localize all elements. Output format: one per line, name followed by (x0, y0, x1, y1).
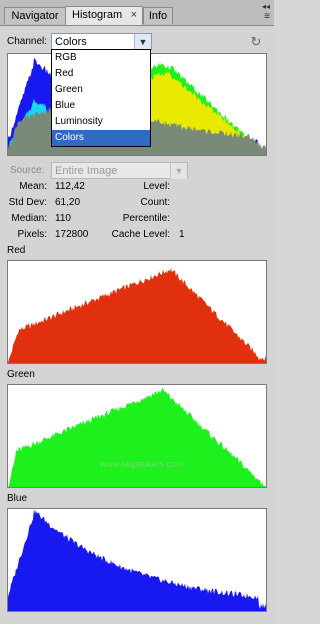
channel-option-blue[interactable]: Blue (52, 98, 150, 114)
collapse-icon[interactable]: ◂◂ (250, 2, 270, 11)
channel-option-rgb[interactable]: RGB (52, 50, 150, 66)
mean-label: Mean: (19, 181, 47, 192)
red-histogram-area (8, 267, 266, 363)
blue-histogram (7, 508, 267, 612)
panel-controls: ◂◂ ≡ (250, 2, 270, 22)
channel-option-colors[interactable]: Colors (52, 130, 150, 146)
median-value: 110 (55, 213, 71, 224)
pixels-label: Pixels: (17, 229, 47, 240)
channel-option-luminosity[interactable]: Luminosity (52, 114, 150, 130)
green-channel-label: Green (7, 369, 35, 380)
blue-histogram-chart (8, 509, 266, 611)
blue-histogram-area (8, 509, 266, 611)
tab-navigator-label: Navigator (11, 10, 59, 22)
median-label: Median: (11, 213, 47, 224)
red-histogram-chart (8, 267, 266, 363)
pixels-value: 172800 (55, 229, 89, 240)
cache-level-label: Cache Level: (111, 229, 170, 240)
green-histogram-chart (8, 387, 266, 487)
source-label: Source: (10, 165, 45, 176)
mean-value: 112,42 (55, 181, 85, 192)
level-label: Level: (143, 181, 170, 192)
cache-level-value: 1 (179, 229, 185, 240)
watermark-text: www.skiptalkers.com (100, 459, 184, 469)
tab-navigator[interactable]: Navigator (4, 7, 66, 24)
tab-histogram[interactable]: Histogram × (65, 6, 143, 25)
close-icon[interactable]: × (131, 7, 137, 24)
count-label: Count: (140, 197, 170, 208)
panel-menu-icon[interactable]: ≡ (250, 11, 270, 22)
tab-bar: Navigator Histogram × Info ◂◂ ≡ (0, 0, 274, 26)
channel-option-red[interactable]: Red (52, 66, 150, 82)
red-histogram (7, 260, 267, 364)
channel-dropdown-list: RGB Red Green Blue Luminosity Colors (51, 49, 151, 147)
source-select-value: Entire Image (55, 165, 118, 177)
green-histogram (7, 384, 267, 488)
green-histogram-area (8, 387, 266, 487)
tab-info-label: Info (148, 10, 168, 22)
channel-label: Channel: (7, 36, 48, 47)
channel-select-value: Colors (55, 36, 87, 48)
source-select[interactable]: Entire Image ▼ (51, 162, 188, 179)
channel-option-green[interactable]: Green (52, 82, 150, 98)
tab-histogram-label: Histogram (72, 9, 123, 21)
std-dev-value: 61,20 (55, 197, 81, 208)
refresh-icon[interactable]: ↻ (249, 35, 263, 49)
chevron-down-icon[interactable]: ▼ (134, 34, 151, 50)
percentile-label: Percentile: (122, 213, 170, 224)
channel-select[interactable]: Colors ▼ (51, 33, 152, 50)
std-dev-label: Std Dev: (8, 197, 47, 208)
chevron-down-icon[interactable]: ▼ (170, 163, 187, 179)
tab-info[interactable]: Info (143, 7, 173, 24)
histogram-panel: Navigator Histogram × Info ◂◂ ≡ Channel:… (0, 0, 274, 624)
blue-channel-label: Blue (7, 493, 28, 504)
red-channel-label: Red (7, 245, 26, 256)
